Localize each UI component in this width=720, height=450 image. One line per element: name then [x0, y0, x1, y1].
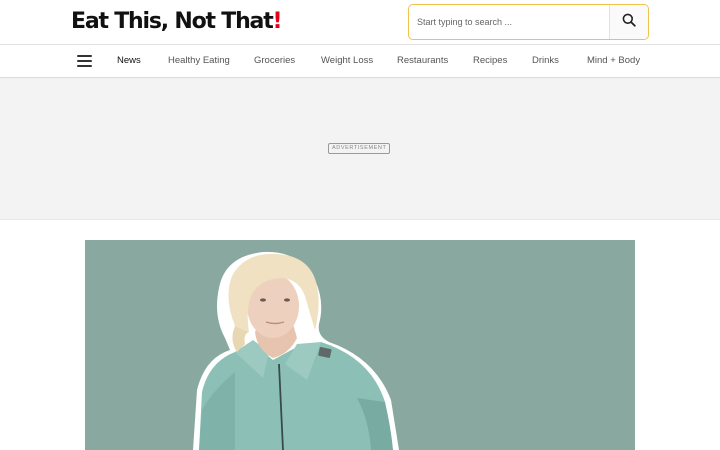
nav-item-news[interactable]: News [117, 45, 141, 77]
nav-item-mind-body[interactable]: Mind + Body [587, 45, 640, 77]
advertisement-slot: ADVERTISEMENT [0, 78, 720, 220]
nav-item-drinks[interactable]: Drinks [532, 45, 559, 77]
nav-item-restaurants[interactable]: Restaurants [397, 45, 448, 77]
nav-item-recipes[interactable]: Recipes [473, 45, 507, 77]
main-nav: News Healthy Eating Groceries Weight Los… [0, 45, 720, 78]
hero-photo-woman [193, 251, 399, 450]
site-logo[interactable]: Eat This, Not That! [71, 8, 283, 36]
nav-item-groceries[interactable]: Groceries [254, 45, 295, 77]
search-icon [622, 13, 636, 32]
logo-text: Eat This, Not That [71, 9, 274, 34]
advertisement-label: ADVERTISEMENT [328, 143, 391, 154]
nav-item-healthy-eating[interactable]: Healthy Eating [168, 45, 230, 77]
site-header: Eat This, Not That! [0, 0, 720, 45]
search-box [408, 4, 649, 40]
search-input[interactable] [409, 5, 610, 39]
search-button[interactable] [609, 5, 648, 39]
logo-exclamation: ! [272, 9, 283, 34]
hero-image[interactable] [85, 240, 635, 450]
nav-item-weight-loss[interactable]: Weight Loss [321, 45, 373, 77]
hamburger-menu-icon[interactable] [77, 55, 92, 67]
